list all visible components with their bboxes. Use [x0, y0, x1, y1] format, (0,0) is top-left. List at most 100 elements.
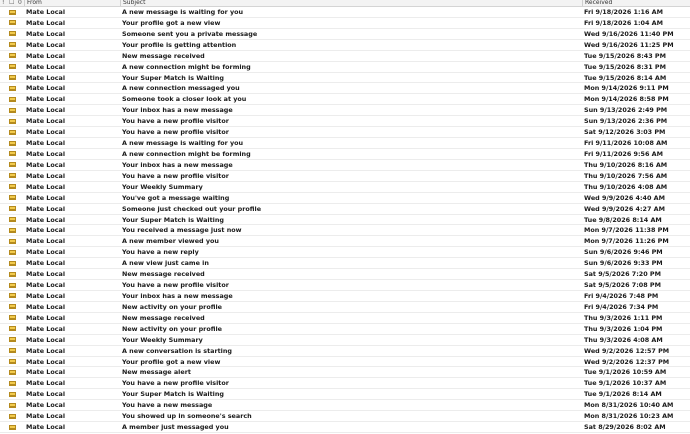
message-subject: You have a new profile visitor — [122, 128, 229, 137]
message-row[interactable]: Mate Local Someone took a closer look at … — [0, 94, 690, 106]
message-row[interactable]: Mate Local Your inbox has a new message Su… — [0, 105, 690, 117]
message-row[interactable]: Mate Local A new member viewed you Mon 9/7… — [0, 236, 690, 248]
message-row[interactable]: Mate Local New activity on your profile Th… — [0, 324, 690, 335]
message-row[interactable]: Mate Local New message received Sat 9/5/20… — [0, 269, 690, 281]
message-sender: Mate Local — [26, 423, 66, 432]
message-received-date: Fri 9/11/2026 9:56 AM — [584, 149, 663, 158]
message-received-date: Wed 9/9/2026 4:27 AM — [584, 204, 665, 213]
message-row[interactable]: Mate Local A new connection might be form… — [0, 62, 690, 73]
message-sender: Mate Local — [26, 226, 66, 235]
message-row[interactable]: Mate Local A member just messaged you Sat … — [0, 422, 690, 433]
message-sender: Mate Local — [26, 8, 66, 16]
message-row[interactable]: Mate Local A new connection messaged you M… — [0, 83, 690, 95]
unread-envelope-icon — [9, 391, 16, 397]
message-row[interactable]: Mate Local You showed up in someone's sea… — [0, 411, 690, 423]
message-subject: You have a new profile visitor — [122, 117, 229, 126]
unread-envelope-icon — [9, 184, 16, 190]
received-column-header[interactable]: Received — [585, 0, 612, 6]
message-row[interactable]: Mate Local You have a new profile visitor… — [0, 280, 690, 291]
message-received-date: Wed 9/16/2026 11:40 PM — [584, 29, 674, 38]
unread-envelope-icon — [9, 271, 16, 277]
message-row[interactable]: Mate Local Your profile is getting attent… — [0, 40, 690, 51]
message-received-date: Tue 9/15/2026 8:14 AM — [584, 73, 667, 82]
message-row[interactable]: Mate Local A new conversation is starting… — [0, 346, 690, 357]
message-subject: You have a new profile visitor — [122, 379, 229, 388]
unread-envelope-icon — [9, 195, 16, 201]
column-divider[interactable] — [582, 0, 583, 6]
message-received-date: Tue 9/1/2026 8:14 AM — [584, 390, 662, 399]
message-row[interactable]: Mate Local Your Weekly Summary Thu 9/3/202… — [0, 335, 690, 346]
message-sender: Mate Local — [26, 62, 66, 71]
message-row[interactable]: Mate Local You have a new profile visitor… — [0, 171, 690, 182]
unread-envelope-icon — [9, 348, 16, 354]
message-subject: Someone sent you a private message — [122, 29, 258, 38]
message-row[interactable]: Mate Local Your profile got a new view Fri… — [0, 18, 690, 29]
subject-column-header[interactable]: Subject — [123, 0, 145, 6]
unread-envelope-icon — [9, 293, 16, 299]
message-sender: Mate Local — [26, 40, 66, 49]
message-row[interactable]: Mate Local You've got a message waiting We… — [0, 193, 690, 204]
message-subject: Your Weekly Summary — [122, 335, 203, 344]
message-subject: Your profile got a new view — [122, 357, 221, 366]
message-row[interactable]: Mate Local A new view just came in Sun 9/6… — [0, 258, 690, 270]
message-row[interactable]: Mate Local Your Super Match is Waiting Tue… — [0, 389, 690, 401]
message-row[interactable]: Mate Local A new connection might be form… — [0, 149, 690, 160]
attachment-icon[interactable]: 0 — [18, 0, 22, 6]
unread-envelope-icon — [9, 9, 16, 15]
message-subject: A new message is waiting for you — [122, 8, 244, 16]
column-divider[interactable] — [120, 0, 121, 6]
message-row[interactable]: Mate Local A new message is waiting for y… — [0, 138, 690, 149]
message-subject: Your Weekly Summary — [122, 182, 203, 191]
message-row[interactable]: Mate Local New message alert Tue 9/1/2026 … — [0, 367, 690, 379]
unread-envelope-icon — [9, 369, 16, 375]
message-row[interactable]: Mate Local You have a new message Mon 8/31… — [0, 400, 690, 412]
message-row[interactable]: Mate Local Your profile got a new view Wed… — [0, 357, 690, 368]
message-sender: Mate Local — [26, 324, 66, 333]
message-sender: Mate Local — [26, 357, 66, 366]
message-row[interactable]: Mate Local Someone just checked out your … — [0, 204, 690, 215]
message-received-date: Wed 9/16/2026 11:25 PM — [584, 40, 674, 49]
message-received-date: Sun 9/13/2026 2:36 PM — [584, 117, 668, 126]
message-row[interactable]: Mate Local You have a new profile visitor… — [0, 127, 690, 139]
message-subject: New message received — [122, 313, 205, 322]
message-subject: You have a new message — [122, 401, 213, 410]
unread-envelope-icon — [9, 96, 16, 102]
message-received-date: Wed 9/2/2026 12:37 PM — [584, 357, 670, 366]
message-sender: Mate Local — [26, 84, 66, 93]
message-row[interactable]: Mate Local Your Weekly Summary Thu 9/10/20… — [0, 182, 690, 193]
message-received-date: Mon 9/7/2026 11:26 PM — [584, 237, 669, 246]
unread-envelope-icon — [9, 227, 16, 233]
message-row[interactable]: Mate Local Someone sent you a private mes… — [0, 29, 690, 40]
message-sender: Mate Local — [26, 215, 66, 224]
message-sender: Mate Local — [26, 313, 66, 322]
message-row[interactable]: Mate Local Your inbox has a new message Fr… — [0, 291, 690, 302]
message-row[interactable]: Mate Local New message received Thu 9/3/20… — [0, 313, 690, 324]
message-row[interactable]: Mate Local You have a new reply Sun 9/6/20… — [0, 247, 690, 259]
message-row[interactable]: Mate Local You received a message just no… — [0, 225, 690, 237]
message-sender: Mate Local — [26, 281, 66, 290]
read-status-icon[interactable]: ☐ — [9, 0, 14, 6]
message-received-date: Tue 9/1/2026 10:59 AM — [584, 368, 667, 377]
column-divider[interactable] — [24, 0, 25, 6]
message-subject: A new conversation is starting — [122, 346, 233, 355]
unread-envelope-icon — [9, 238, 16, 244]
from-column-header[interactable]: From — [27, 0, 42, 6]
unread-envelope-icon — [9, 413, 16, 419]
message-row[interactable]: Mate Local New activity on your profile Fr… — [0, 302, 690, 313]
message-sender: Mate Local — [26, 237, 66, 246]
message-row[interactable]: Mate Local A new message is waiting for y… — [0, 7, 690, 18]
message-sender: Mate Local — [26, 160, 66, 169]
message-row[interactable]: Mate Local You have a new profile visitor… — [0, 116, 690, 128]
message-row[interactable]: Mate Local New message received Tue 9/15/2… — [0, 51, 690, 62]
unread-envelope-icon — [9, 402, 16, 408]
message-subject: A new message is waiting for you — [122, 139, 244, 148]
message-sender: Mate Local — [26, 73, 66, 82]
message-row[interactable]: Mate Local Your Super Match is Waiting Tue… — [0, 215, 690, 226]
message-row[interactable]: Mate Local Your inbox has a new message Th… — [0, 160, 690, 171]
message-row[interactable]: Mate Local You have a new profile visitor… — [0, 378, 690, 390]
message-subject: Your inbox has a new message — [122, 291, 233, 300]
importance-icon[interactable]: ! — [2, 0, 4, 6]
message-row[interactable]: Mate Local Your Super Match is Waiting Tue… — [0, 73, 690, 84]
message-received-date: Tue 9/1/2026 10:37 AM — [584, 379, 667, 388]
message-subject: New message alert — [122, 368, 191, 377]
